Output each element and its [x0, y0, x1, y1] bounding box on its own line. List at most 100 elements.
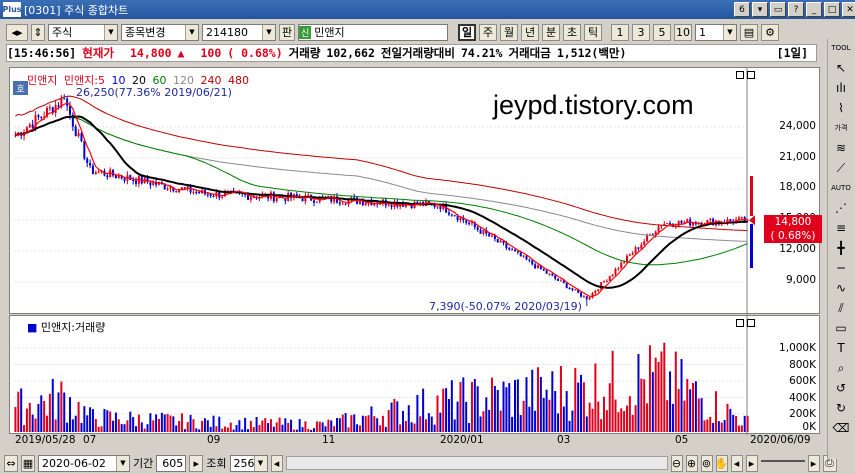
cursor-icon[interactable]: ↖: [831, 59, 851, 77]
price-chart-panel[interactable]: 민앤지 민앤지:5 10 20 60 120 240 480 호 jeypd.t…: [9, 67, 822, 315]
slider-scroll-icon[interactable]: ▸: [807, 454, 820, 472]
ho-badge[interactable]: 호: [13, 81, 28, 95]
vol-panel-restore-icon[interactable]: [736, 319, 744, 327]
fan-icon[interactable]: ⋰: [831, 199, 851, 217]
zoom-slider[interactable]: [760, 460, 805, 466]
panel-restore-icon[interactable]: [736, 71, 744, 79]
period-input[interactable]: 605: [156, 454, 187, 472]
volume-bar: [304, 421, 307, 432]
period-tick[interactable]: 틱: [584, 23, 602, 41]
zoom-icon[interactable]: ⌕: [831, 359, 851, 377]
interval-select[interactable]: 1 ▼: [695, 23, 737, 41]
undo-icon[interactable]: ↺: [831, 379, 851, 397]
window-title: [0301] 주식 종합차트: [24, 3, 129, 17]
minimize-icon[interactable]: _: [806, 2, 822, 17]
period-second[interactable]: 초: [563, 23, 581, 41]
next-icon[interactable]: ▸: [745, 454, 758, 472]
volume-bar: [350, 415, 353, 432]
help-icon[interactable]: ?: [788, 2, 804, 17]
calendar-icon[interactable]: ▦: [21, 454, 35, 472]
volume-bar: [71, 419, 74, 432]
candle-body: [106, 175, 109, 178]
stock-name-field[interactable]: 신 민앤지: [298, 23, 448, 41]
nav-arrows-icon[interactable]: ◂▸: [6, 23, 28, 41]
dropdown-icon[interactable]: ▾: [752, 2, 768, 17]
volume-chart-panel[interactable]: ■ 민앤지:거래량 1,000K 800K 600K 400K 200K 0K: [9, 315, 820, 435]
prev-icon[interactable]: ◂: [730, 454, 743, 472]
vol-panel-close-icon[interactable]: [747, 319, 755, 327]
fibonacci-icon[interactable]: ≡: [831, 219, 851, 237]
volume-bar: [611, 350, 614, 432]
text-icon[interactable]: T: [831, 339, 851, 357]
tab-count-badge[interactable]: 6: [734, 2, 750, 17]
maximize-icon[interactable]: □: [824, 2, 840, 17]
tool-icon[interactable]: TOOL: [831, 39, 851, 57]
candle-body: [614, 268, 617, 275]
zoom-out-icon[interactable]: ⊖: [670, 454, 683, 472]
channel-icon[interactable]: ⫽: [831, 299, 851, 317]
vol-tick-800k: 800K: [789, 359, 816, 371]
updown-icon[interactable]: ⇕: [31, 23, 45, 41]
horizontal-scrollbar[interactable]: [285, 456, 668, 470]
volume-bar: [689, 389, 692, 432]
interval-5[interactable]: 5: [653, 23, 671, 41]
price-tool-icon[interactable]: 가격: [831, 119, 851, 137]
period-minute[interactable]: 분: [542, 23, 560, 41]
period-day[interactable]: 일: [458, 23, 476, 41]
close-icon[interactable]: ✕: [842, 2, 855, 17]
volume-bar: [292, 429, 295, 432]
pin-icon[interactable]: ▭: [770, 2, 786, 17]
zoom-in-icon[interactable]: ⊕: [685, 454, 698, 472]
reset-icon[interactable]: ⊚: [700, 454, 713, 472]
volume-bar: [726, 403, 729, 432]
volume-bar: [407, 405, 410, 432]
trend-icon[interactable]: ⟋: [831, 159, 851, 177]
volume-bar: [528, 406, 531, 432]
period-month[interactable]: 월: [500, 23, 518, 41]
candle-body: [479, 229, 482, 234]
volume-bar: [152, 420, 155, 432]
scroll-left-icon[interactable]: ◂: [270, 454, 283, 472]
candle-body: [666, 223, 669, 225]
settings-icon[interactable]: ⚙: [761, 23, 779, 41]
stock-code-input[interactable]: 214180 ▼: [202, 23, 276, 41]
panel-close-icon[interactable]: [747, 71, 755, 79]
count-select[interactable]: 256 ▼: [229, 454, 268, 472]
volume-bar: [163, 414, 166, 432]
expand-icon[interactable]: ⇔: [4, 454, 18, 472]
volume-bar: [364, 416, 367, 432]
volume-bar: [327, 419, 330, 432]
y-tick-24000: 24,000: [779, 120, 816, 132]
line-chart-icon[interactable]: ⌇: [831, 99, 851, 117]
date-select[interactable]: 2020-06-02 ▼: [38, 454, 130, 472]
cross-line-icon[interactable]: ╋: [831, 239, 851, 257]
market-select[interactable]: 주식 ▼: [48, 23, 118, 41]
volume-bar: [393, 398, 396, 432]
change-stock-select[interactable]: 종목변경 ▼: [121, 23, 199, 41]
redo-icon[interactable]: ↻: [831, 399, 851, 417]
interval-10[interactable]: 10: [674, 23, 692, 41]
period-year[interactable]: 년: [521, 23, 539, 41]
interval-1[interactable]: 1: [611, 23, 629, 41]
compare-icon[interactable]: ≋: [831, 139, 851, 157]
pan-button[interactable]: 판: [279, 23, 295, 41]
candle-body: [534, 264, 537, 269]
eraser-icon[interactable]: ⌫: [831, 419, 851, 437]
auto-icon[interactable]: AUTO: [831, 179, 851, 197]
query-icon[interactable]: ▸: [189, 454, 204, 472]
candle-body: [620, 262, 623, 269]
volume-bar: [585, 416, 588, 432]
bar-chart-icon[interactable]: ılı: [831, 79, 851, 97]
horizontal-line-icon[interactable]: ─: [831, 259, 851, 277]
table-icon[interactable]: ▤: [740, 23, 758, 41]
volume-bar: [462, 377, 465, 432]
candle-body: [31, 124, 34, 128]
hand-icon[interactable]: ✋: [715, 454, 728, 472]
interval-3[interactable]: 3: [632, 23, 650, 41]
wave-icon[interactable]: ∿: [831, 279, 851, 297]
period-week[interactable]: 주: [479, 23, 497, 41]
candle-body: [37, 115, 40, 117]
volume-bar: [341, 414, 344, 432]
volume-bar: [198, 429, 201, 432]
rectangle-icon[interactable]: ▭: [831, 319, 851, 337]
